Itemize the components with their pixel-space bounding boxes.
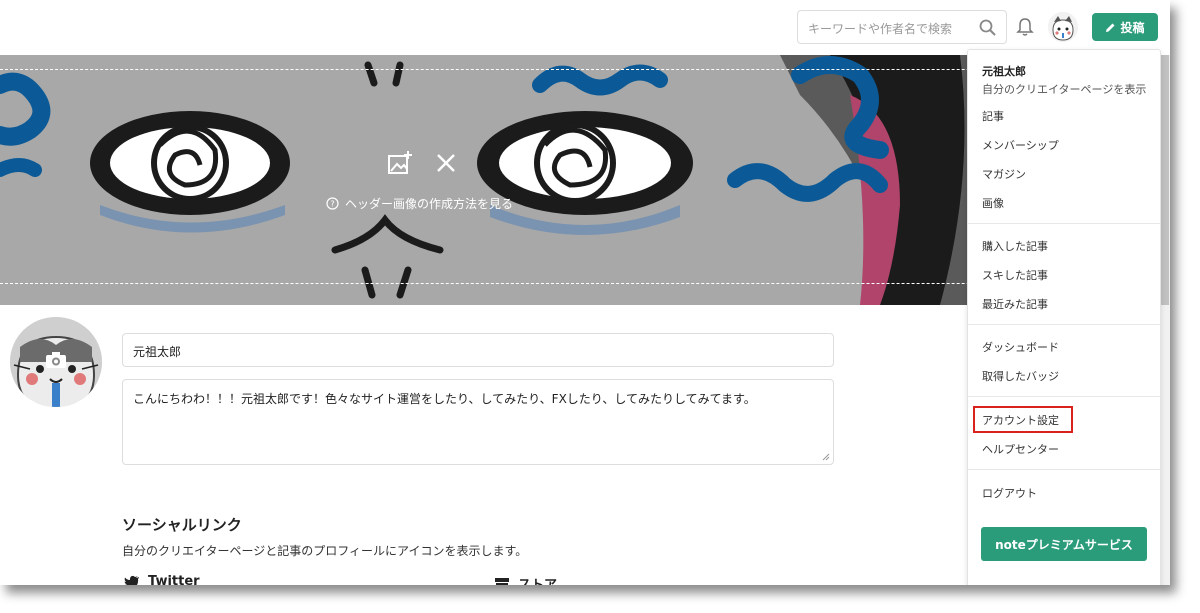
store-icon: [495, 577, 509, 585]
menu-item-badges[interactable]: 取得したバッジ: [982, 368, 1059, 384]
menu-user-sub: 自分のクリエイターページを表示: [982, 83, 1147, 96]
menu-divider: [968, 324, 1160, 325]
search-placeholder: キーワードや作者名で検索: [808, 22, 953, 36]
social-link-twitter[interactable]: Twitter: [124, 574, 200, 585]
account-settings-highlight: [973, 406, 1073, 433]
menu-item-dashboard[interactable]: ダッシュボード: [982, 339, 1059, 355]
resize-grip-icon[interactable]: [822, 453, 830, 461]
bell-icon[interactable]: [1016, 17, 1034, 37]
top-bar: キーワードや作者名で検索 投稿: [0, 0, 1170, 55]
social-link-store[interactable]: ストア: [494, 574, 557, 585]
user-dropdown-menu: 元祖太郎 自分のクリエイターページを表示 記事 メンバーシップ マガジン 画像 …: [967, 49, 1161, 585]
profile-avatar[interactable]: [10, 317, 102, 407]
social-links-description: 自分のクリエイターページと記事のプロフィールにアイコンを表示します。: [122, 544, 528, 558]
menu-item-membership[interactable]: メンバーシップ: [982, 137, 1059, 153]
menu-item-purchased[interactable]: 購入した記事: [982, 238, 1048, 254]
bio-field[interactable]: こんにちわわ！！！元祖太郎です！色々なサイト運営をしたり、してみたり、FXしたり…: [122, 379, 834, 465]
name-field[interactable]: 元祖太郎: [122, 333, 834, 367]
twitter-icon: [124, 575, 139, 585]
cat-avatar-icon: [1048, 12, 1078, 42]
menu-item-recent[interactable]: 最近みた記事: [982, 296, 1048, 312]
pencil-icon: [1106, 23, 1115, 32]
menu-item-liked[interactable]: スキした記事: [982, 267, 1048, 283]
close-icon[interactable]: [435, 152, 457, 174]
menu-item-articles[interactable]: 記事: [982, 108, 1004, 124]
menu-item-logout[interactable]: ログアウト: [982, 485, 1037, 501]
store-label: ストア: [518, 574, 557, 585]
menu-user-link[interactable]: 元祖太郎 自分のクリエイターページを表示: [982, 63, 1146, 97]
help-circle-icon: ?: [326, 197, 339, 210]
menu-divider: [968, 396, 1160, 397]
twitter-label: Twitter: [148, 574, 200, 585]
menu-item-help-center[interactable]: ヘルプセンター: [982, 441, 1059, 457]
post-button[interactable]: 投稿: [1092, 13, 1158, 41]
page-scrollbar-thumb[interactable]: [1161, 55, 1169, 305]
menu-divider: [968, 223, 1160, 224]
header-help-link[interactable]: ? ヘッダー画像の作成方法を見る: [326, 195, 513, 212]
menu-user-name: 元祖太郎: [982, 65, 1026, 78]
menu-divider: [968, 469, 1160, 470]
header-tools: [387, 150, 457, 176]
menu-item-magazine[interactable]: マガジン: [982, 166, 1026, 182]
social-links-heading: ソーシャルリンク: [122, 516, 242, 534]
search-icon[interactable]: [978, 18, 998, 38]
user-avatar[interactable]: [1048, 12, 1078, 42]
app-window: キーワードや作者名で検索 投稿 ? ヘッダー画像の作成方法を見る 元祖太郎 こん…: [0, 0, 1170, 585]
name-value: 元祖太郎: [133, 345, 182, 359]
premium-service-button[interactable]: noteプレミアムサービス: [981, 527, 1147, 561]
menu-item-images[interactable]: 画像: [982, 195, 1004, 211]
header-help-text: ヘッダー画像の作成方法を見る: [345, 197, 514, 211]
bio-value: こんにちわわ！！！元祖太郎です！色々なサイト運営をしたり、してみたり、FXしたり…: [133, 392, 756, 406]
camera-icon[interactable]: [45, 351, 67, 369]
post-button-label: 投稿: [1120, 20, 1145, 35]
add-image-icon[interactable]: [387, 150, 413, 176]
search-input[interactable]: キーワードや作者名で検索: [797, 10, 1007, 44]
svg-text:?: ?: [330, 200, 334, 209]
